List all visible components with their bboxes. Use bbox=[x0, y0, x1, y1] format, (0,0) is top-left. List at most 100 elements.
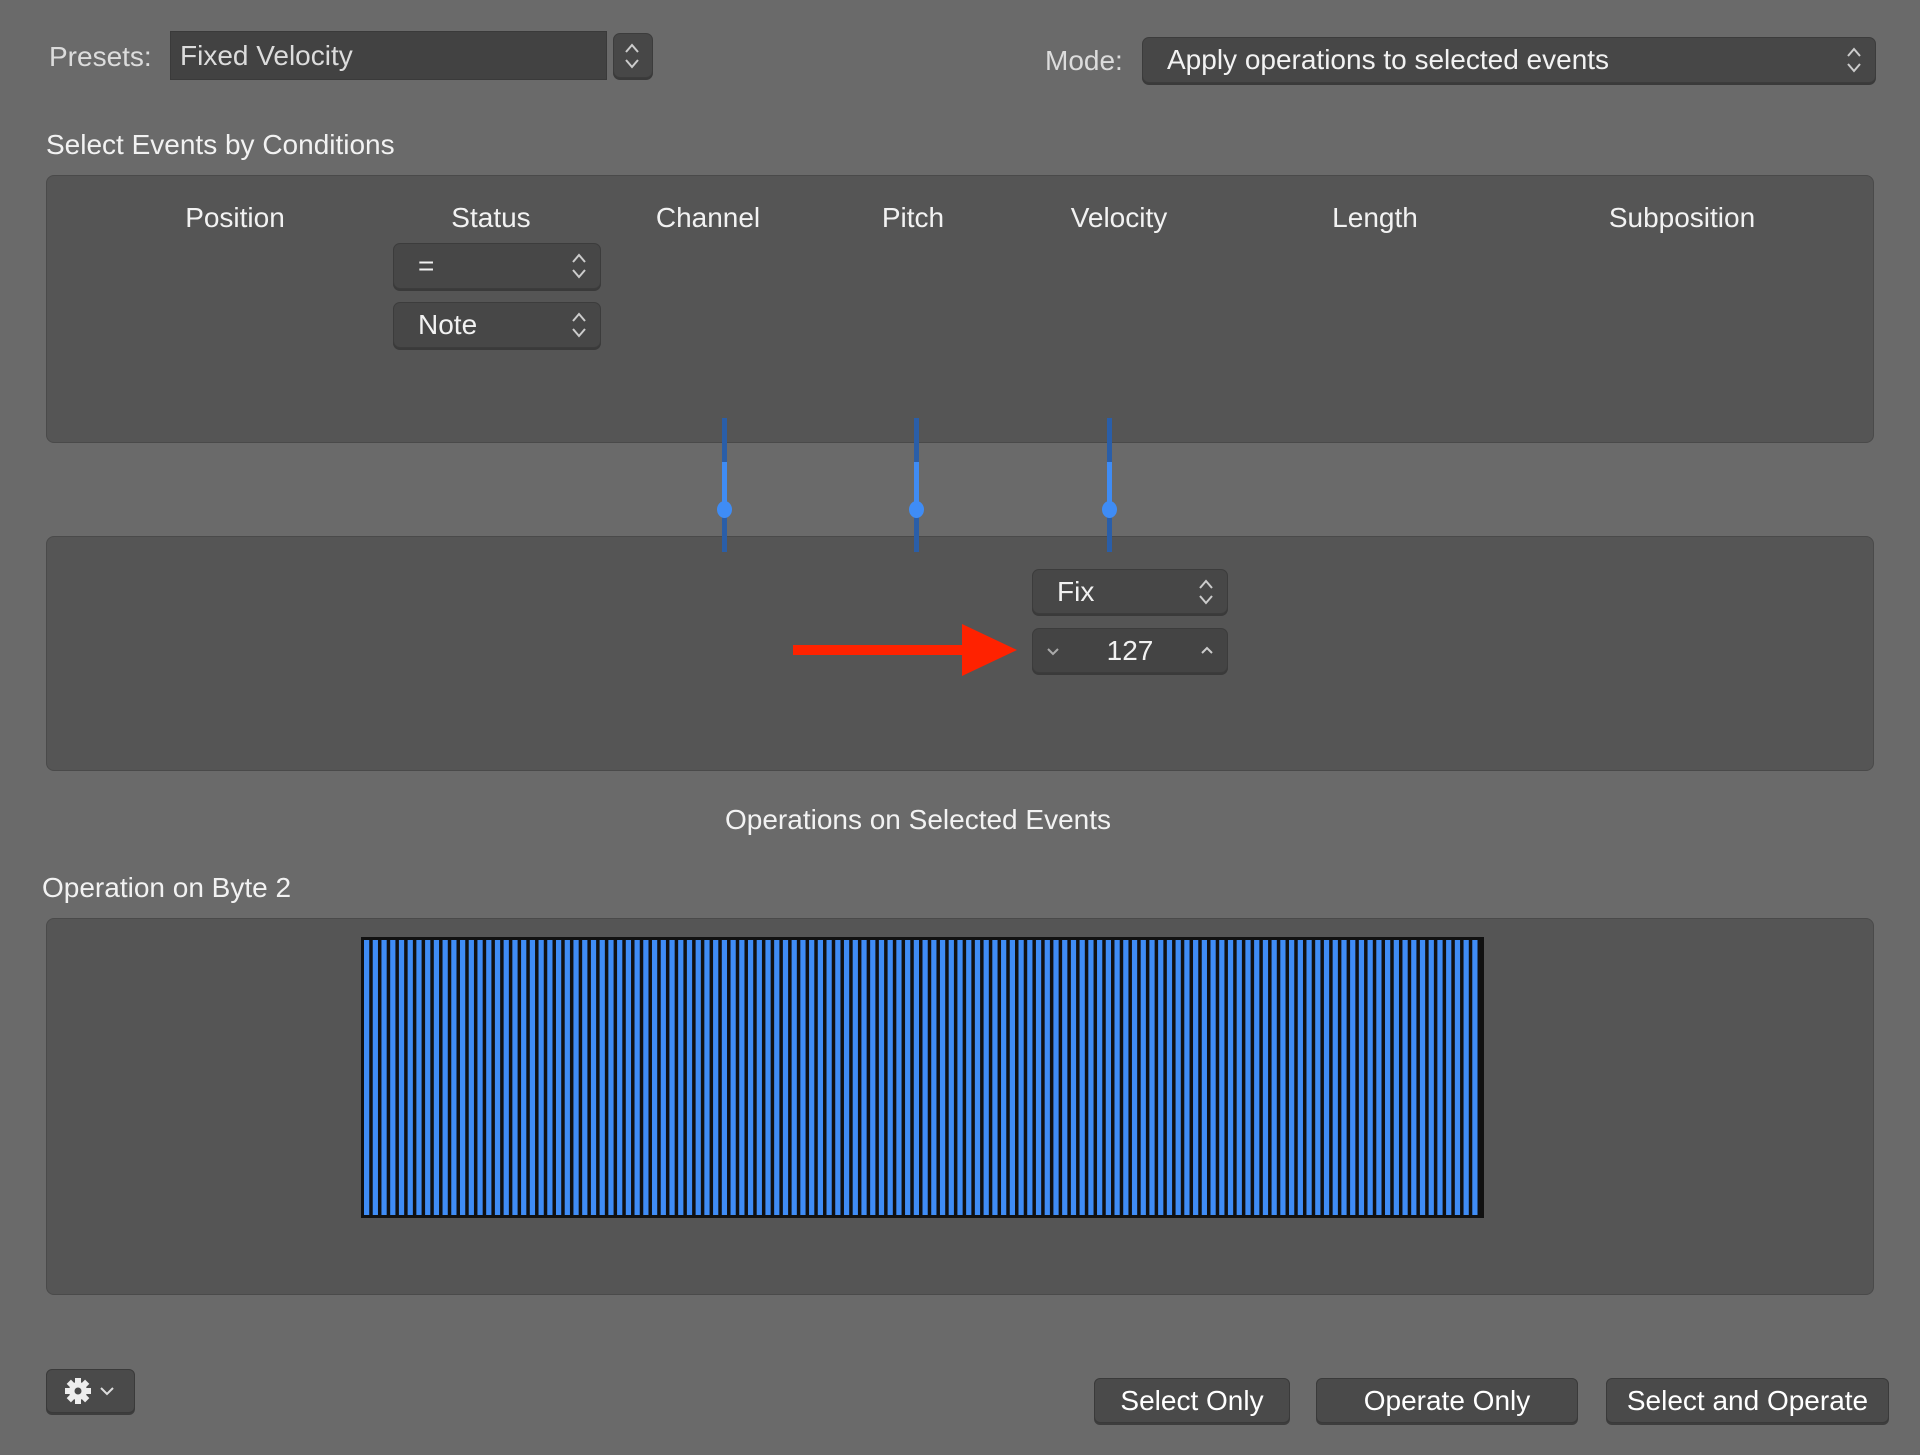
chart-bar bbox=[913, 940, 920, 1215]
chart-bar bbox=[1044, 940, 1050, 1215]
chart-bar bbox=[660, 940, 666, 1215]
chart-bar bbox=[1411, 940, 1417, 1215]
chart-bar bbox=[1280, 940, 1286, 1215]
chart-bar bbox=[468, 940, 474, 1215]
velocity-value-field[interactable]: 127 bbox=[1032, 628, 1228, 673]
chart-bar bbox=[896, 940, 902, 1215]
chart-bar bbox=[669, 940, 675, 1215]
chart-bar bbox=[1097, 940, 1103, 1215]
chart-bar bbox=[1175, 940, 1181, 1215]
chart-bar bbox=[1053, 940, 1059, 1215]
chart-bar bbox=[861, 940, 867, 1215]
chart-bar bbox=[756, 940, 762, 1215]
column-channel: Channel bbox=[655, 202, 761, 233]
chart-bar bbox=[1428, 940, 1434, 1215]
status-value-popup[interactable]: Note bbox=[393, 302, 601, 348]
chart-bar bbox=[704, 940, 710, 1215]
chart-bar bbox=[774, 940, 780, 1215]
chart-bar bbox=[1236, 940, 1242, 1215]
presets-value: Fixed Velocity bbox=[180, 39, 353, 71]
chart-bar bbox=[1088, 940, 1094, 1215]
up-down-chevron-icon bbox=[625, 42, 639, 69]
chart-bar bbox=[686, 940, 693, 1215]
status-operator-popup[interactable]: = bbox=[393, 243, 601, 289]
chart-bar bbox=[634, 940, 640, 1215]
chart-bar bbox=[451, 940, 457, 1215]
chart-bar bbox=[1079, 940, 1085, 1215]
velocity-operation-popup[interactable]: Fix bbox=[1032, 569, 1228, 614]
chart-bar bbox=[1210, 940, 1216, 1215]
pitch-operation-slider[interactable] bbox=[909, 418, 924, 552]
chart-bar bbox=[1367, 940, 1373, 1215]
column-pitch: Pitch bbox=[881, 202, 945, 233]
slider-handle[interactable] bbox=[717, 501, 732, 518]
chart-bar bbox=[1262, 940, 1269, 1215]
chart-bar bbox=[1315, 940, 1321, 1215]
chart-bar bbox=[608, 940, 614, 1215]
operate-only-button[interactable]: Operate Only bbox=[1316, 1378, 1578, 1423]
presets-field[interactable]: Fixed Velocity bbox=[170, 31, 607, 80]
chart-bar bbox=[721, 940, 728, 1215]
gear-menu-button[interactable] bbox=[46, 1369, 135, 1413]
up-down-chevron-icon bbox=[1847, 47, 1861, 73]
chart-bar bbox=[1358, 940, 1365, 1215]
chart-bar bbox=[782, 940, 789, 1215]
chart-bar bbox=[442, 940, 448, 1215]
chart-bar bbox=[905, 940, 911, 1215]
chart-bar bbox=[1149, 940, 1155, 1215]
chart-bar bbox=[416, 940, 422, 1215]
chart-bar bbox=[1323, 940, 1330, 1215]
chart-bar bbox=[1472, 940, 1478, 1215]
chart-bar bbox=[521, 940, 527, 1215]
chart-bar bbox=[695, 940, 701, 1215]
chart-bar bbox=[747, 940, 754, 1215]
decrement-chevron-icon[interactable] bbox=[1045, 644, 1061, 658]
velocity-operation-slider[interactable] bbox=[1102, 418, 1117, 552]
chart-bar bbox=[739, 940, 745, 1215]
chart-bar bbox=[1070, 940, 1077, 1215]
chart-bar bbox=[826, 940, 832, 1215]
chart-bar bbox=[1306, 940, 1312, 1215]
up-down-chevron-icon bbox=[572, 312, 586, 338]
chart-bar bbox=[1009, 940, 1016, 1215]
chart-bar bbox=[477, 940, 483, 1215]
chart-bar bbox=[1123, 940, 1129, 1215]
select-and-operate-button[interactable]: Select and Operate bbox=[1606, 1378, 1889, 1423]
chart-bar bbox=[538, 940, 544, 1215]
increment-chevron-icon[interactable] bbox=[1199, 643, 1215, 657]
column-subposition: Subposition bbox=[1608, 202, 1756, 233]
byte2-title: Operation on Byte 2 bbox=[42, 872, 292, 903]
up-down-chevron-icon bbox=[572, 253, 586, 279]
chart-bar bbox=[494, 940, 501, 1215]
chart-bar bbox=[582, 940, 588, 1215]
presets-stepper[interactable] bbox=[613, 33, 653, 78]
chart-bar bbox=[1463, 940, 1469, 1215]
slider-handle[interactable] bbox=[1102, 501, 1117, 518]
chevron-down-icon bbox=[100, 1387, 114, 1396]
chart-bar bbox=[713, 940, 719, 1215]
up-down-chevron-icon bbox=[1199, 578, 1213, 605]
chart-bar bbox=[887, 940, 893, 1215]
chart-bar bbox=[948, 940, 954, 1215]
chart-bar bbox=[957, 940, 963, 1215]
mode-popup[interactable]: Apply operations to selected events bbox=[1142, 37, 1876, 83]
byte2-mapping-chart[interactable] bbox=[361, 937, 1484, 1218]
chart-bar bbox=[1158, 940, 1164, 1215]
chart-bar bbox=[1193, 940, 1199, 1215]
chart-bar bbox=[1350, 940, 1356, 1215]
mode-label: Mode: bbox=[1045, 45, 1123, 76]
chart-bar bbox=[529, 940, 536, 1215]
chart-bar bbox=[643, 940, 649, 1215]
chart-bar bbox=[625, 940, 632, 1215]
slider-handle[interactable] bbox=[909, 501, 924, 518]
chart-bar bbox=[765, 940, 771, 1215]
chart-bar bbox=[870, 940, 876, 1215]
select-only-button[interactable]: Select Only bbox=[1094, 1378, 1290, 1423]
channel-operation-slider[interactable] bbox=[717, 418, 732, 552]
chart-bar bbox=[678, 940, 684, 1215]
chart-bar bbox=[486, 940, 492, 1215]
chart-bar bbox=[390, 940, 396, 1215]
chart-bar bbox=[547, 940, 553, 1215]
chart-bar bbox=[1201, 940, 1207, 1215]
chart-bar bbox=[1341, 940, 1347, 1215]
